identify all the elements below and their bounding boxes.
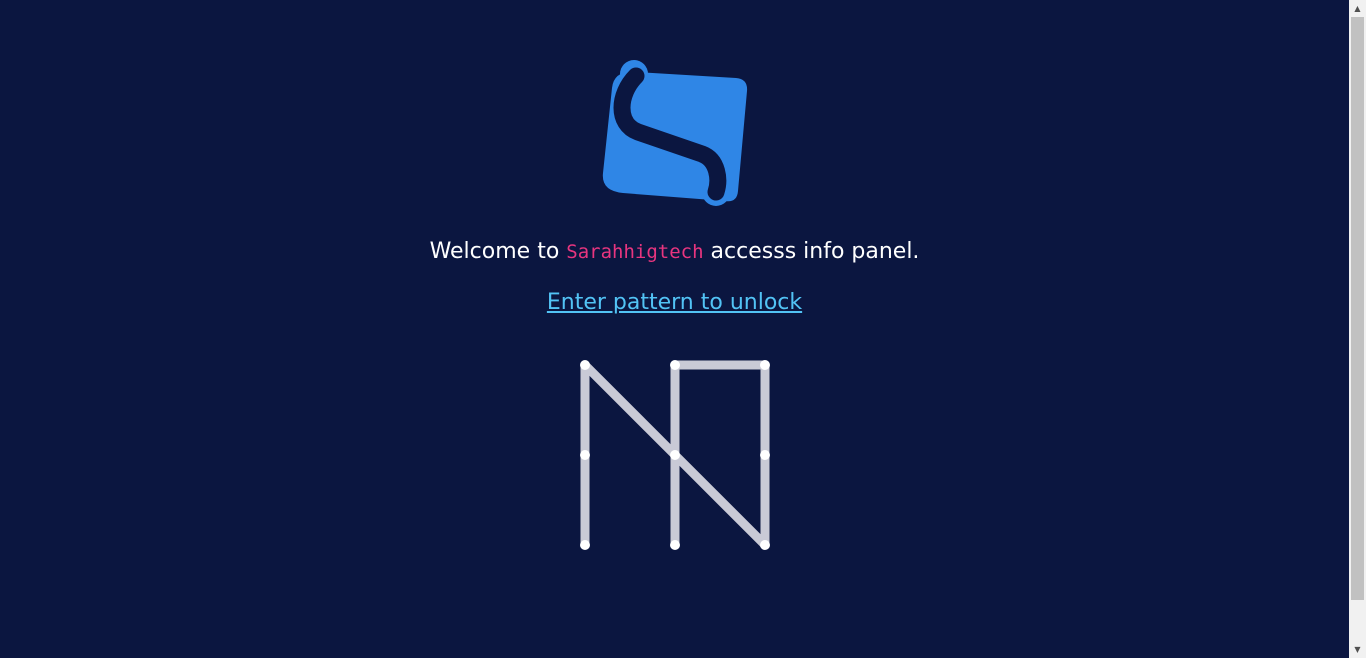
pattern-dot-1[interactable] [580, 360, 590, 370]
pattern-dot-7[interactable] [580, 540, 590, 550]
scrollbar-thumb[interactable] [1351, 17, 1364, 600]
pattern-dot-9[interactable] [760, 540, 770, 550]
pattern-lock[interactable] [555, 335, 795, 575]
welcome-message: Welcome to Sarahhigtech accesss info pan… [0, 236, 1349, 268]
pattern-dot-6[interactable] [760, 450, 770, 460]
logo-icon [602, 60, 748, 206]
pattern-dot-4[interactable] [580, 450, 590, 460]
unlock-link-row: Enter pattern to unlock [0, 287, 1349, 319]
pattern-segment [580, 360, 680, 460]
enter-pattern-link[interactable]: Enter pattern to unlock [547, 290, 802, 315]
vertical-scrollbar[interactable]: ▲ ▼ [1349, 0, 1366, 658]
chevron-down-icon[interactable]: ▼ [1349, 641, 1366, 658]
pattern-dot-3[interactable] [760, 360, 770, 370]
welcome-suffix: accesss info panel. [703, 239, 920, 264]
unlock-page: Welcome to Sarahhigtech accesss info pan… [0, 0, 1349, 658]
pattern-segment [670, 450, 770, 550]
brand-name: Sarahhigtech [566, 241, 704, 263]
pattern-dot-2[interactable] [670, 360, 680, 370]
chevron-up-icon[interactable]: ▲ [1349, 0, 1366, 17]
welcome-prefix: Welcome to [429, 239, 567, 264]
pattern-dot-8[interactable] [670, 540, 680, 550]
pattern-dot-5[interactable] [670, 450, 680, 460]
